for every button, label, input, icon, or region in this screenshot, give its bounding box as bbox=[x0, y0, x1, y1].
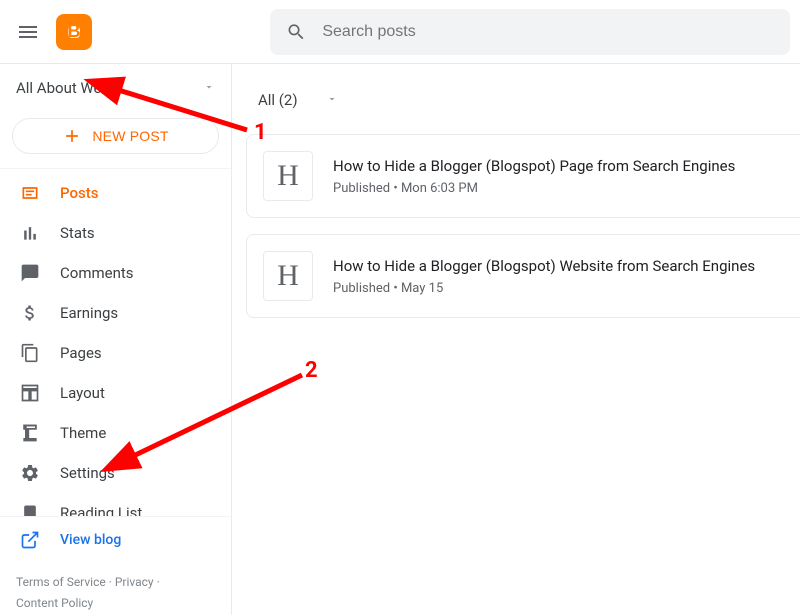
filter-dropdown[interactable]: All (2) bbox=[246, 80, 800, 120]
earnings-icon bbox=[20, 303, 40, 323]
main-area: All (2) H How to Hide a Blogger (Blogspo… bbox=[232, 64, 800, 615]
settings-icon bbox=[20, 463, 40, 483]
theme-icon bbox=[20, 423, 40, 443]
post-list: H How to Hide a Blogger (Blogspot) Page … bbox=[246, 134, 800, 318]
stats-icon bbox=[20, 223, 40, 243]
terms-link[interactable]: Terms of Service bbox=[16, 575, 106, 589]
nav-pages[interactable]: Pages bbox=[0, 333, 231, 373]
nav-label: Comments bbox=[60, 264, 134, 282]
annotation-label-2: 2 bbox=[305, 358, 318, 383]
post-title: How to Hide a Blogger (Blogspot) Page fr… bbox=[333, 157, 735, 175]
post-subtitle: Published • May 15 bbox=[333, 281, 755, 296]
nav-label: Reading List bbox=[60, 504, 142, 516]
chevron-down-icon bbox=[203, 79, 215, 97]
view-blog-link[interactable]: View blog bbox=[0, 516, 231, 564]
nav-theme[interactable]: Theme bbox=[0, 413, 231, 453]
nav-settings[interactable]: Settings bbox=[0, 453, 231, 493]
content-policy-link[interactable]: Content Policy bbox=[16, 596, 93, 610]
layout-icon bbox=[20, 383, 40, 403]
footer-links: Terms of Service · Privacy · Content Pol… bbox=[0, 564, 231, 615]
nav-stats[interactable]: Stats bbox=[0, 213, 231, 253]
search-icon bbox=[286, 21, 306, 43]
annotation-label-1: 1 bbox=[254, 120, 267, 145]
blog-name: All About Web bbox=[16, 79, 110, 97]
nav-label: Posts bbox=[60, 184, 98, 202]
nav-posts[interactable]: Posts bbox=[0, 173, 231, 213]
comments-icon bbox=[20, 263, 40, 283]
post-subtitle: Published • Mon 6:03 PM bbox=[333, 181, 735, 196]
view-blog-label: View blog bbox=[60, 532, 121, 548]
post-card[interactable]: H How to Hide a Blogger (Blogspot) Websi… bbox=[246, 234, 800, 318]
plus-icon bbox=[62, 126, 82, 146]
post-title: How to Hide a Blogger (Blogspot) Website… bbox=[333, 257, 755, 275]
nav-reading-list[interactable]: Reading List bbox=[0, 493, 231, 516]
nav-label: Stats bbox=[60, 224, 95, 242]
nav-label: Settings bbox=[60, 464, 115, 482]
pages-icon bbox=[20, 343, 40, 363]
blogger-logo[interactable]: B bbox=[56, 14, 92, 50]
post-card[interactable]: H How to Hide a Blogger (Blogspot) Page … bbox=[246, 134, 800, 218]
external-link-icon bbox=[20, 530, 40, 550]
blog-selector[interactable]: All About Web bbox=[0, 64, 231, 112]
nav-label: Pages bbox=[60, 344, 102, 362]
topbar: B bbox=[0, 0, 800, 64]
filter-label: All (2) bbox=[258, 91, 298, 109]
menu-icon[interactable] bbox=[8, 12, 48, 52]
posts-icon bbox=[20, 183, 40, 203]
search-box[interactable] bbox=[270, 9, 790, 55]
nav-label: Earnings bbox=[60, 304, 118, 322]
post-thumbnail: H bbox=[263, 151, 313, 201]
nav-layout[interactable]: Layout bbox=[0, 373, 231, 413]
nav-list: Posts Stats Comments Earnings Pages Layo… bbox=[0, 168, 231, 516]
sidebar: All About Web NEW POST Posts Stats Comme… bbox=[0, 64, 232, 615]
privacy-link[interactable]: Privacy bbox=[115, 575, 154, 589]
post-thumbnail: H bbox=[263, 251, 313, 301]
bookmark-icon bbox=[20, 503, 40, 516]
chevron-down-icon bbox=[326, 91, 338, 109]
nav-label: Layout bbox=[60, 384, 105, 402]
new-post-button[interactable]: NEW POST bbox=[12, 118, 219, 154]
new-post-label: NEW POST bbox=[92, 128, 168, 144]
search-input[interactable] bbox=[322, 23, 774, 41]
nav-label: Theme bbox=[60, 424, 106, 442]
nav-comments[interactable]: Comments bbox=[0, 253, 231, 293]
nav-earnings[interactable]: Earnings bbox=[0, 293, 231, 333]
